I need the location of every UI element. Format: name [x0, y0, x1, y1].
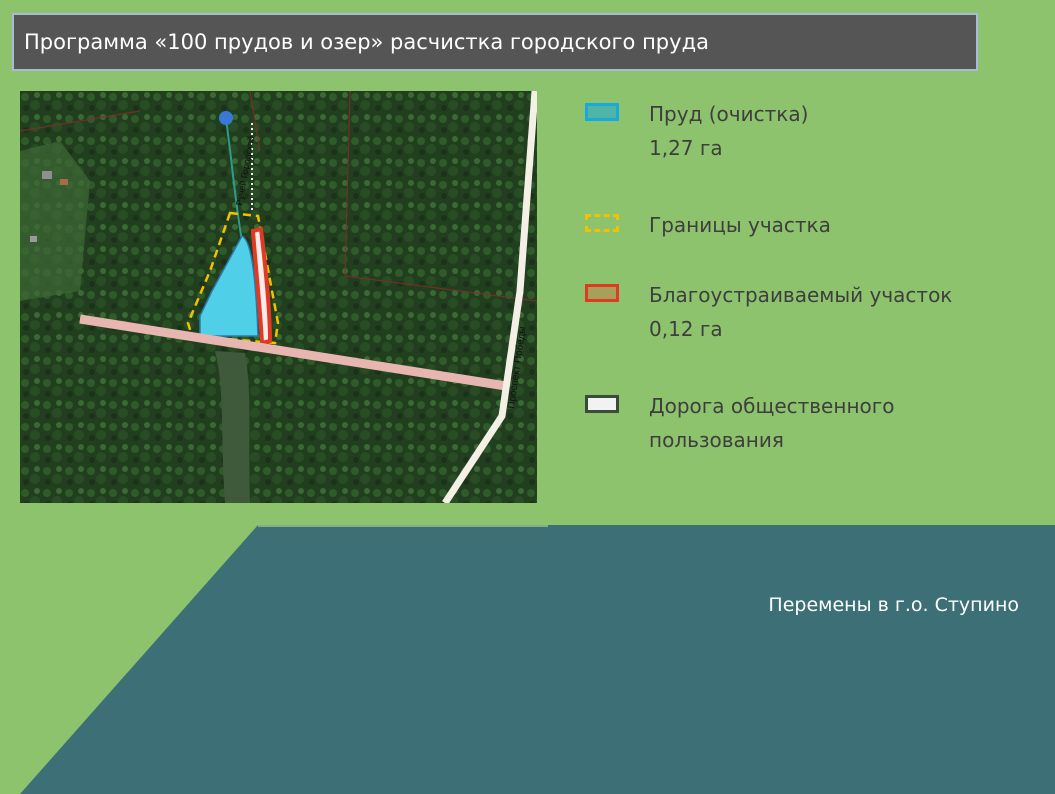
legend-label-continued: пользования [649, 428, 784, 452]
page-title: Программа «100 прудов и озер» расчистка … [12, 13, 978, 71]
map-canvas: Проспект Победы Ручей Городской [20, 91, 537, 503]
forest-area [20, 91, 537, 503]
panel-shape [20, 525, 1055, 794]
pond-swatch-icon [585, 103, 619, 121]
legend-label: Пруд (очистка) [649, 102, 809, 126]
legend-value: 0,12 га [649, 317, 723, 341]
house [30, 236, 37, 242]
improved-area-swatch-icon [585, 284, 619, 302]
legend-label: Границы участка [649, 213, 831, 237]
house [42, 171, 52, 179]
footer-caption: Перемены в г.о. Ступино [768, 594, 1019, 616]
legend-label: Дорога общественного [649, 394, 895, 418]
boundary-swatch-icon [585, 214, 619, 232]
house [60, 179, 68, 185]
legend-label: Благоустраиваемый участок [649, 283, 953, 307]
stream-source-marker [219, 111, 233, 125]
legend-value: 1,27 га [649, 136, 723, 160]
bottom-panel [20, 525, 1055, 794]
road-swatch-icon [585, 395, 619, 413]
satellite-map[interactable]: Проспект Победы Ручей Городской [20, 91, 537, 503]
